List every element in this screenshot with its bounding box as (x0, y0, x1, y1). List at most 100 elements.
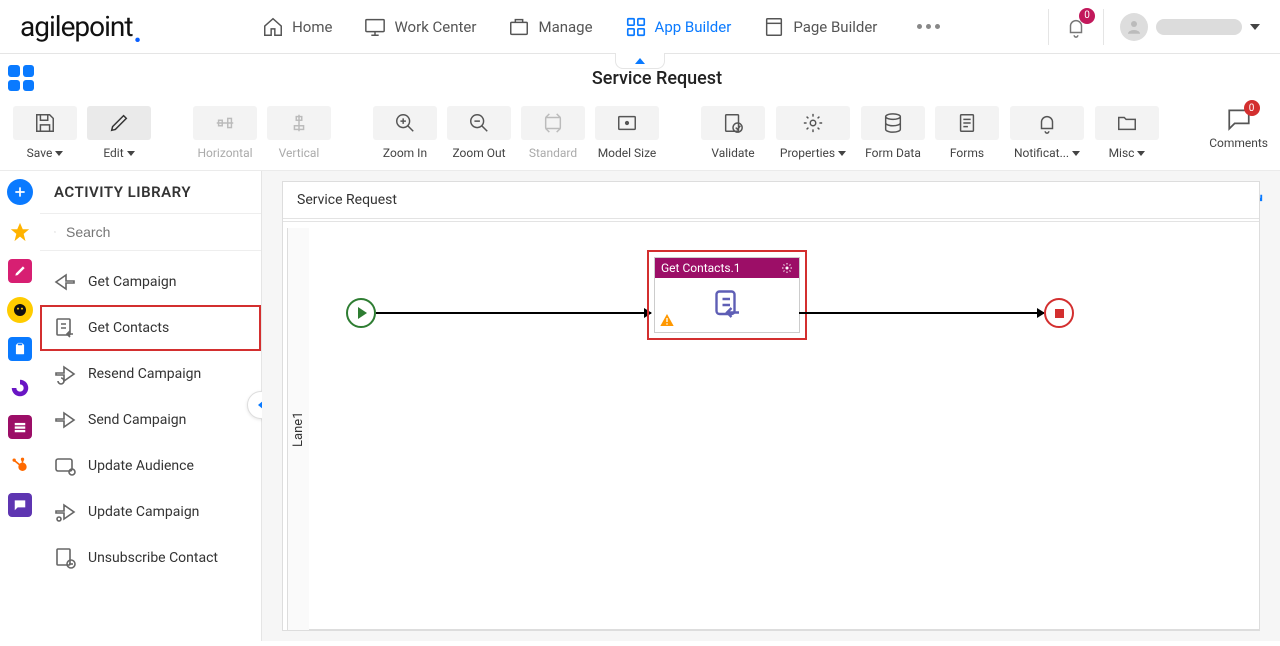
database-icon (882, 112, 904, 134)
activity-update-campaign[interactable]: Update Campaign (40, 489, 261, 535)
home-icon (262, 16, 284, 38)
activity-list: Get Campaign Get Contacts Resend Campaig… (40, 251, 261, 589)
activity-label: Get Contacts (88, 320, 169, 336)
activity-get-campaign[interactable]: Get Campaign (40, 259, 261, 305)
activity-node-title: Get Contacts.1 (661, 261, 740, 275)
align-horizontal-icon (214, 112, 236, 134)
activity-icon (52, 499, 78, 525)
activity-label: Send Campaign (88, 412, 186, 428)
chevron-up-icon (635, 58, 645, 64)
activity-icon (52, 407, 78, 433)
strip-folder-icon[interactable] (8, 415, 32, 439)
align-vertical-icon (288, 112, 310, 134)
nav-more[interactable] (909, 24, 948, 29)
activity-node-body (655, 278, 799, 332)
nav-home[interactable]: Home (262, 16, 332, 38)
standard-size-icon (542, 112, 564, 134)
expand-panel-button[interactable] (615, 53, 665, 69)
forms-button[interactable]: Forms (934, 106, 1000, 160)
folder-icon (1116, 112, 1138, 134)
activity-get-contacts[interactable]: Get Contacts (40, 305, 261, 351)
category-strip (0, 171, 40, 641)
workflow-canvas[interactable]: Service Request Lane1 Get Contacts.1 (282, 181, 1260, 631)
strip-hubspot-icon[interactable] (7, 453, 33, 479)
zoom-out-icon (468, 112, 490, 134)
header-right: 0 (1048, 9, 1260, 45)
search-row (40, 214, 261, 251)
comments-button[interactable]: 0 Comments (1209, 106, 1268, 150)
horizontal-button[interactable]: Horizontal (192, 106, 258, 160)
save-button[interactable]: Save (12, 106, 78, 160)
contacts-icon (707, 287, 747, 323)
activity-unsubscribe-contact[interactable]: Unsubscribe Contact (40, 535, 261, 581)
activity-icon (52, 315, 78, 341)
misc-button[interactable]: Misc (1094, 106, 1160, 160)
pencil-icon (108, 112, 130, 134)
chevron-down-icon (1250, 24, 1260, 30)
forms-icon (956, 112, 978, 134)
strip-star-icon[interactable] (7, 219, 33, 245)
activity-icon (52, 545, 78, 571)
user-name-redacted (1156, 19, 1242, 35)
canvas-wrap: Service Request Lane1 Get Contacts.1 (262, 171, 1280, 641)
user-menu[interactable] (1120, 13, 1260, 41)
stop-icon (1055, 309, 1064, 318)
activity-node-selected[interactable]: Get Contacts.1 (647, 250, 807, 340)
app-header: agilepoint. Home Work Center Manage App … (0, 0, 1280, 54)
activity-label: Update Campaign (88, 504, 199, 520)
connector-1[interactable] (376, 312, 651, 314)
bell-icon (1036, 112, 1058, 134)
search-icon (54, 222, 56, 242)
user-icon (1125, 18, 1143, 36)
notifications-tool-button[interactable]: Notificat... (1008, 106, 1086, 160)
nav-app-builder[interactable]: App Builder (625, 16, 732, 38)
canvas-title: Service Request (283, 182, 1259, 219)
activity-resend-campaign[interactable]: Resend Campaign (40, 351, 261, 397)
search-input[interactable] (66, 224, 247, 240)
notifications-button[interactable]: 0 (1065, 16, 1087, 38)
flow-area: Get Contacts.1 (309, 228, 1259, 630)
app-switcher-button[interactable] (8, 65, 34, 91)
warning-icon (659, 312, 675, 328)
sidebar-title: ACTIVITY LIBRARY (40, 171, 261, 214)
strip-cloud-icon[interactable] (7, 375, 33, 401)
model-size-button[interactable]: Model Size (594, 106, 660, 160)
activity-label: Resend Campaign (88, 366, 201, 382)
start-node[interactable] (346, 298, 376, 328)
logo: agilepoint. (20, 10, 142, 43)
connector-2[interactable] (799, 312, 1044, 314)
strip-chat-icon[interactable] (8, 493, 32, 517)
activity-icon (52, 361, 78, 387)
comments-badge: 0 (1244, 100, 1260, 116)
avatar-icon (1120, 13, 1148, 41)
nav-manage[interactable]: Manage (508, 16, 592, 38)
vertical-button[interactable]: Vertical (266, 106, 332, 160)
strip-add-icon[interactable] (7, 179, 33, 205)
activity-node-header: Get Contacts.1 (655, 258, 799, 278)
model-size-icon (616, 112, 638, 134)
nav-work-center[interactable]: Work Center (364, 16, 476, 38)
nav-page-builder[interactable]: Page Builder (763, 16, 877, 38)
strip-clipboard-icon[interactable] (8, 337, 32, 361)
properties-button[interactable]: Properties (774, 106, 852, 160)
edit-button[interactable]: Edit (86, 106, 152, 160)
gear-icon (802, 112, 824, 134)
zoom-out-button[interactable]: Zoom Out (446, 106, 512, 160)
standard-button[interactable]: Standard (520, 106, 586, 160)
page-icon (763, 16, 785, 38)
page-title: Service Request (34, 68, 1280, 89)
form-data-button[interactable]: Form Data (860, 106, 926, 160)
lane-label[interactable]: Lane1 (287, 228, 309, 630)
briefcase-icon (508, 16, 530, 38)
activity-send-campaign[interactable]: Send Campaign (40, 397, 261, 443)
activity-update-audience[interactable]: Update Audience (40, 443, 261, 489)
zoom-in-button[interactable]: Zoom In (372, 106, 438, 160)
validate-button[interactable]: Validate (700, 106, 766, 160)
strip-edit-icon[interactable] (8, 259, 32, 283)
strip-mailchimp-icon[interactable] (7, 297, 33, 323)
monitor-icon (364, 16, 386, 38)
end-node[interactable] (1044, 298, 1074, 328)
activity-library-sidebar: ACTIVITY LIBRARY Get Campaign Get Contac… (40, 171, 262, 641)
gear-icon[interactable] (781, 262, 793, 274)
activity-label: Get Campaign (88, 274, 177, 290)
